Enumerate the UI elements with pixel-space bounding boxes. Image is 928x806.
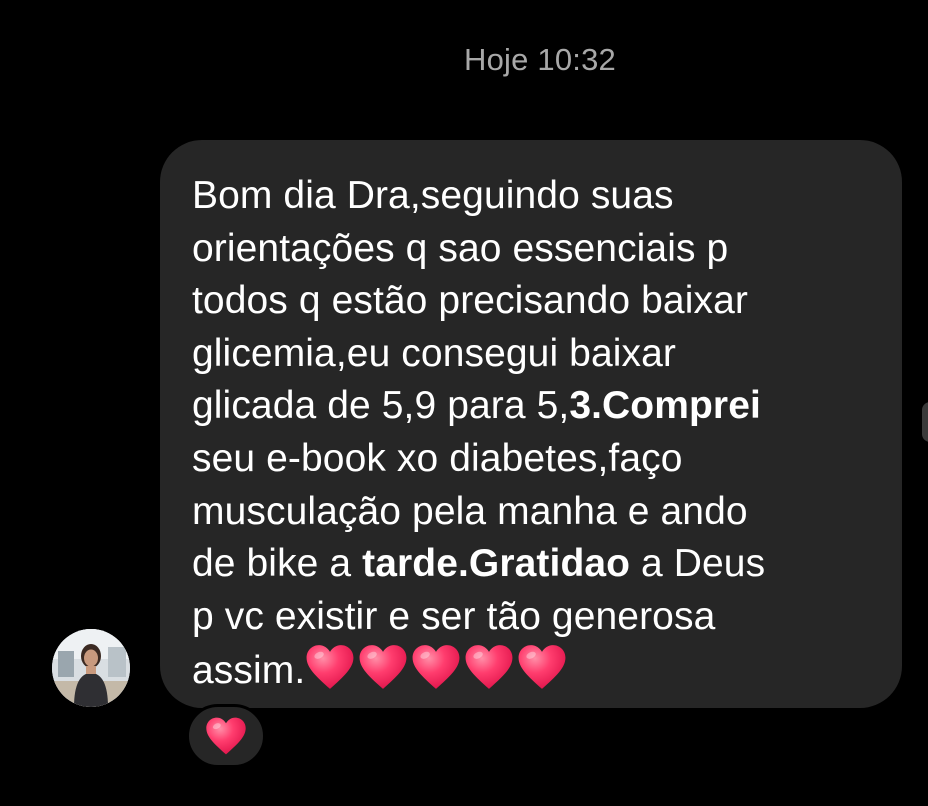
message-bold-text: tarde.Gratidao	[362, 542, 631, 586]
heart-icon	[411, 643, 461, 691]
heart-emoji-row	[305, 649, 570, 692]
heart-icon	[464, 643, 514, 691]
heart-icon	[358, 643, 408, 691]
message-bubble[interactable]: Bom dia Dra,seguindo suas orientações q …	[160, 140, 902, 708]
heart-reaction[interactable]	[186, 704, 266, 768]
message-bold-text: 3.Comprei	[569, 384, 761, 428]
message-timestamp: Hoje 10:32	[464, 42, 616, 77]
heart-icon	[517, 643, 567, 691]
scroll-edge-indicator	[922, 402, 928, 442]
heart-icon	[305, 643, 355, 691]
message-text: Bom dia Dra,seguindo suas orientações q …	[192, 170, 882, 698]
sender-avatar[interactable]	[52, 629, 130, 707]
profile-photo-icon	[52, 629, 130, 707]
heart-icon	[205, 716, 247, 756]
